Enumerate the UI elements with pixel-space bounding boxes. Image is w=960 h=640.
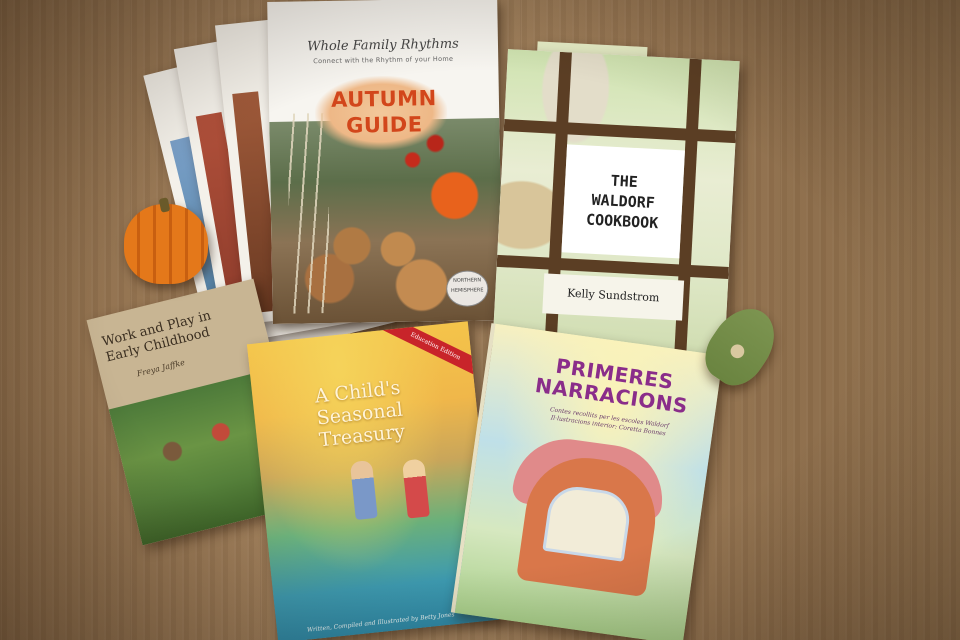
photo-scene: Whole Family Rhythms Connect with the Rh… xyxy=(0,0,960,640)
work-play-title: Work and Play in Early Childhood xyxy=(101,299,256,367)
autumn-title: AUTUMN GUIDE xyxy=(319,85,450,139)
pumpkin-stem xyxy=(158,197,171,213)
pumpkin-icon xyxy=(124,204,208,284)
autumn-tagline: Connect with the Rhythm of your Home xyxy=(313,54,454,66)
autumn-brand: Whole Family Rhythms xyxy=(307,36,459,55)
child-figure-girl xyxy=(401,458,430,519)
autumn-guide-book: Whole Family Rhythms Connect with the Rh… xyxy=(267,0,503,324)
treasury-title: A Child's Seasonal Treasury xyxy=(272,372,448,455)
autumn-title-line-2: GUIDE xyxy=(345,112,423,138)
primeres-narracions-book: PRIMERES NARRACIONS Contes recollits per… xyxy=(450,323,724,640)
waldorf-title: THE WALDORF COOKBOOK xyxy=(563,168,684,234)
work-play-author: Freya Jaffke xyxy=(135,357,186,379)
child-figure-boy xyxy=(349,460,378,520)
autumn-title-line-1: AUTUMN xyxy=(330,86,437,112)
treasury-credit: Written, Compiled and Illustrated by Bet… xyxy=(306,611,455,634)
waldorf-cookbook: THE WALDORF COOKBOOK Kelly Sundstrom xyxy=(492,49,740,361)
